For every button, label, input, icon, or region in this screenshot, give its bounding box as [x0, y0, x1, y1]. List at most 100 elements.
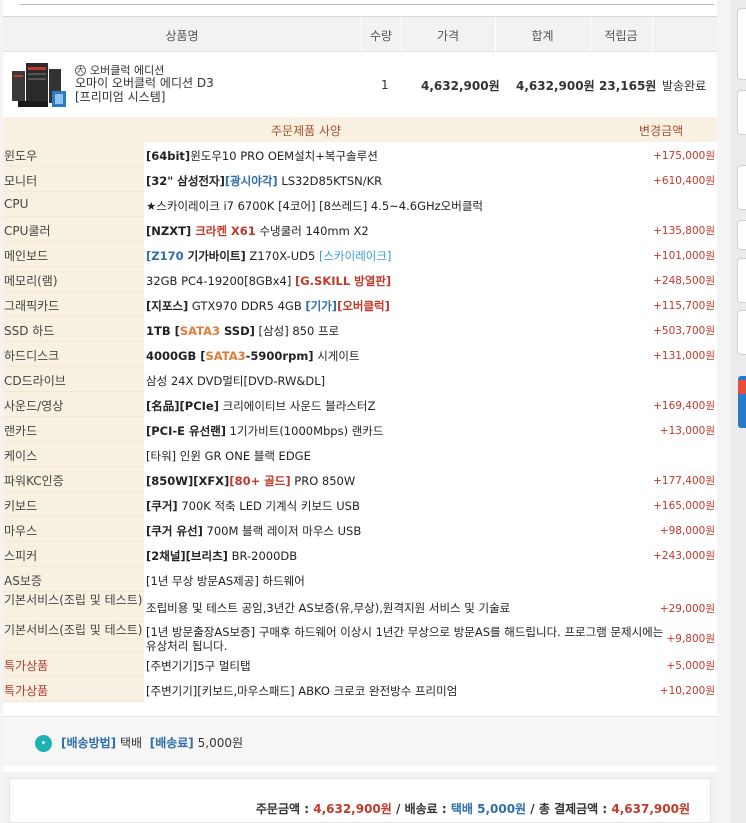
- spec-row: 스피커 [2채널][브리츠] BR-2000DB +243,000원: [3, 542, 717, 567]
- spec-amount: +115,700원: [653, 300, 715, 312]
- spec-amount: +169,400원: [653, 400, 715, 412]
- product-name[interactable]: 오마이 오버클럭 에디션 D3 [프리미엄 시스템]: [75, 76, 214, 104]
- spec-label: 윈도우: [3, 142, 144, 167]
- order-amount: 4,632,900원: [313, 802, 392, 816]
- rail-widget[interactable]: [737, 220, 746, 250]
- spec-row: 키보드 [쿠거] 700K 적축 LED 기계식 키보드 USB +165,00…: [3, 492, 717, 517]
- spec-value: 32GB PC4-19200[8GBx4] [G.SKILL 방열판]: [146, 274, 392, 288]
- spec-table-header: 주문제품 사양 변경금액: [3, 117, 717, 142]
- final-amount: 4,637,900원: [611, 802, 690, 816]
- product-qty: 1: [381, 78, 389, 92]
- spec-value: [주변기기][키보드,마우스패드] ABKO 크로코 완전방수 프리미엄: [146, 684, 458, 698]
- col-divider: [652, 17, 653, 53]
- spec-label: 랜카드: [3, 417, 144, 442]
- shipping-amount: 택배 5,000원: [450, 802, 527, 816]
- spec-row: 마우스 [쿠거 유선] 700M 블랙 레이저 마우스 USB +98,000원: [3, 517, 717, 542]
- spec-value: [쿠거 유선] 700M 블랙 레이저 마우스 USB: [146, 524, 362, 538]
- spec-value: 1TB [SATA3 SSD] [삼성] 850 프로: [146, 324, 340, 338]
- spec-row: 사운드/영상 [名品][PCIe] 크리에이티브 사운드 블라스터Z +169,…: [3, 392, 717, 417]
- spec-value: [32" 삼성전자][광시야각] LS32D85KTSN/KR: [146, 174, 383, 188]
- spec-label: 스피커: [3, 542, 144, 567]
- col-qty: 수량: [369, 29, 393, 43]
- spec-title: 주문제품 사양: [271, 124, 342, 138]
- spec-amount: +165,000원: [653, 500, 715, 512]
- spec-value: [Z170 기가바이트] Z170X-UD5 [스카이레이크]: [146, 249, 392, 263]
- spec-value: [2채널][브리츠] BR-2000DB: [146, 549, 298, 563]
- spec-amount: +29,000원: [659, 603, 715, 615]
- spec-value: [1년 무상 방문AS제공] 하드웨어: [146, 574, 305, 588]
- spec-value: [名品][PCIe] 크리에이티브 사운드 블라스터Z: [146, 399, 376, 413]
- product-name-line2[interactable]: [프리미엄 시스템]: [75, 90, 214, 104]
- product-row: 大 오버클럭 에디션 오마이 오버클럭 에디션 D3 [프리미엄 시스템] 1 …: [3, 52, 717, 114]
- delivery-text: [배송방법] 택배 [배송료] 5,000원: [61, 734, 243, 751]
- spec-row: 메인보드 [Z170 기가바이트] Z170X-UD5 [스카이레이크] +10…: [3, 242, 717, 267]
- spec-row: 기본서비스(조립 및 테스트) 조립비용 및 테스트 공임,3년간 AS보증(유…: [3, 592, 717, 622]
- rail-widget[interactable]: [737, 258, 746, 303]
- spec-amount: +10,200원: [659, 685, 715, 697]
- spec-row: 하드디스크 4000GB [SATA3-5900rpm] 시게이트 +131,0…: [3, 342, 717, 367]
- spec-row: SSD 하드 1TB [SATA3 SSD] [삼성] 850 프로 +503,…: [3, 317, 717, 342]
- spec-label: 특가상품: [3, 677, 144, 702]
- spec-label: 하드디스크: [3, 342, 144, 367]
- spec-row: 기본서비스(조립 및 테스트) [1년 방문출장AS보증] 구매후 하드웨어 이…: [3, 622, 717, 653]
- spec-amount: +503,700원: [653, 325, 715, 337]
- rail-widget[interactable]: [737, 165, 746, 210]
- rail-widget[interactable]: [737, 8, 746, 80]
- payment-summary-box: 주문금액 : 4,632,900원 / 배송료 : 택배 5,000원 / 총 …: [9, 778, 711, 823]
- delivery-method-label: [배송방법]: [61, 736, 117, 750]
- pc-product-image[interactable]: [12, 59, 68, 111]
- spec-amount: +177,400원: [653, 475, 715, 487]
- spec-value: [지포스] GTX970 DDR5 4GB [기가][오버클럭]: [146, 299, 390, 313]
- spec-row: 특가상품 [주변기기][키보드,마우스패드] ABKO 크로코 완전방수 프리미…: [3, 677, 717, 702]
- spec-label: 마우스: [3, 517, 144, 542]
- spec-row: AS보증 [1년 무상 방문AS제공] 하드웨어: [3, 567, 717, 592]
- delivery-fee: 5,000원: [197, 736, 244, 750]
- payment-summary: 주문금액 : 4,632,900원 / 배송료 : 택배 5,000원 / 총 …: [3, 772, 717, 823]
- spec-label: CD드라이브: [3, 367, 144, 392]
- spec-amount: +9,800원: [666, 633, 715, 645]
- top-divider: [20, 4, 714, 5]
- spec-label: 특가상품: [3, 652, 144, 677]
- spec-table: 주문제품 사양 변경금액 윈도우 [64bit]윈도우10 PRO OEM설치+…: [3, 117, 717, 702]
- spec-label: 케이스: [3, 442, 144, 467]
- col-total: 합계: [531, 29, 554, 43]
- delivery-info: • [배송방법] 택배 [배송료] 5,000원: [3, 716, 717, 766]
- payment-summary-line: 주문금액 : 4,632,900원 / 배송료 : 택배 5,000원 / 총 …: [255, 802, 690, 816]
- spec-value: 삼성 24X DVD멀티[DVD-RW&DL]: [146, 374, 326, 388]
- spec-amount: +175,000원: [653, 150, 715, 162]
- col-price: 가격: [436, 29, 460, 43]
- spec-amount: +101,000원: [653, 250, 715, 262]
- product-name-line1[interactable]: 오마이 오버클럭 에디션 D3: [75, 76, 214, 90]
- spec-value: [타워] 인윈 GR ONE 블랙 EDGE: [146, 449, 311, 463]
- spec-label: 메인보드: [3, 242, 144, 267]
- spec-amount: +248,500원: [653, 275, 715, 287]
- spec-value: 4000GB [SATA3-5900rpm] 시게이트: [146, 349, 360, 363]
- spec-value: [64bit]윈도우10 PRO OEM설치+복구솔루션: [146, 149, 378, 163]
- spec-value: [주변기기]5구 멀티탭: [146, 659, 251, 673]
- spec-label: 메모리(램): [3, 267, 144, 292]
- spec-row: 모니터 [32" 삼성전자][광시야각] LS32D85KTSN/KR +610…: [3, 167, 717, 192]
- rail-widget[interactable]: [737, 310, 746, 355]
- rail-widget[interactable]: [737, 90, 746, 135]
- spec-value: [쿠거] 700K 적축 LED 기계식 키보드 USB: [146, 499, 360, 513]
- spec-amount: +98,000원: [659, 525, 715, 537]
- spec-label: CPU: [3, 192, 144, 217]
- spec-row: 파워KC인증 [850W][XFX][80+ 골드] PRO 850W +177…: [3, 467, 717, 492]
- col-points: 적립금: [604, 29, 638, 43]
- chat-bubble-icon: •: [35, 735, 52, 752]
- delivery-method: 택배: [119, 736, 143, 750]
- spec-value: [PCI-E 유선랜] 1기가비트(1000Mbps) 랜카드: [146, 424, 384, 438]
- spec-label: SSD 하드: [3, 317, 144, 342]
- spec-row: 윈도우 [64bit]윈도우10 PRO OEM설치+복구솔루션 +175,00…: [3, 142, 717, 167]
- spec-label: 키보드: [3, 492, 144, 517]
- spec-label: 그래픽카드: [3, 292, 144, 317]
- spec-row: CD드라이브 삼성 24X DVD멀티[DVD-RW&DL]: [3, 367, 717, 392]
- spec-row: CPU쿨러 [NZXT] 크라켄 X61 수냉쿨러 140mm X2 +135,…: [3, 217, 717, 242]
- spec-row: 랜카드 [PCI-E 유선랜] 1기가비트(1000Mbps) 랜카드 +13,…: [3, 417, 717, 442]
- spec-label: 파워KC인증: [3, 467, 144, 492]
- spec-label: 기본서비스(조립 및 테스트): [3, 622, 144, 652]
- spec-amount: +131,000원: [653, 350, 715, 362]
- change-amount-title: 변경금액: [639, 124, 684, 138]
- rail-banner-accent: [738, 380, 746, 394]
- spec-value: 조립비용 및 테스트 공임,3년간 AS보증(유,무상),원격지원 서비스 및 …: [146, 601, 511, 615]
